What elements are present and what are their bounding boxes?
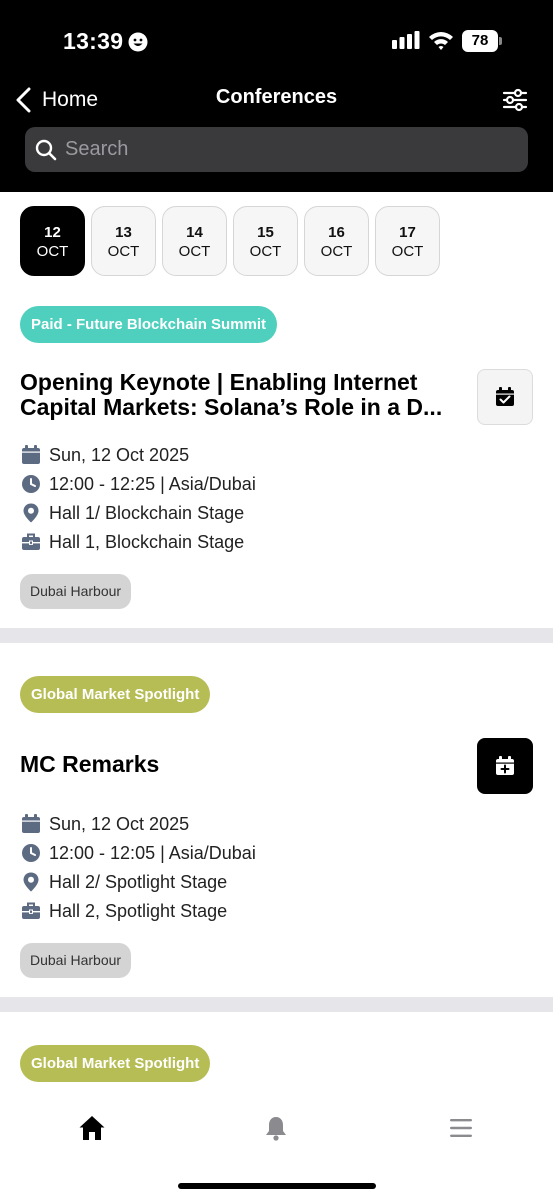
event-location-row: Hall 2/ Spotlight Stage [20, 868, 227, 896]
chevron-left-icon [16, 87, 31, 113]
back-label: Home [42, 88, 99, 111]
briefcase-icon [22, 902, 40, 919]
event-date: Sun, 12 Oct 2025 [49, 444, 190, 465]
wifi-icon [429, 32, 453, 50]
event-category-tag[interactable]: Paid - Future Blockchain Summit [20, 306, 278, 343]
home-icon[interactable] [78, 1114, 106, 1142]
clock-icon [22, 475, 40, 493]
event-room-row: Hall 1, Blockchain Stage [20, 528, 244, 556]
event-room-row: Hall 2, Spotlight Stage [20, 897, 227, 925]
event-location: Hall 2/ Spotlight Stage [49, 871, 228, 892]
date-tab-17[interactable]: 17 OCT [375, 206, 440, 276]
date-tab-12[interactable]: 12 OCT [20, 206, 85, 276]
search-icon [35, 139, 57, 160]
event-time-row: 12:00 - 12:25 | Asia/Dubai [20, 470, 256, 498]
event-time-row: 12:00 - 12:05 | Asia/Dubai [20, 839, 256, 867]
date-day: 14 [186, 224, 203, 241]
event-room: Hall 1, Blockchain Stage [49, 531, 245, 552]
date-month: OCT [107, 243, 140, 260]
clock-icon [22, 844, 40, 862]
date-day: 13 [115, 224, 132, 241]
location-pin-icon [23, 503, 39, 523]
event-location: Hall 1/ Blockchain Stage [49, 502, 245, 523]
date-tab-15[interactable]: 15 OCT [233, 206, 298, 276]
event-date-row: Sun, 12 Oct 2025 [20, 441, 189, 469]
header: 13:39 78 Home Conferences Search [0, 0, 553, 192]
event-time: 12:00 - 12:05 | Asia/Dubai [49, 842, 256, 863]
calendar-icon [22, 814, 40, 833]
signal-icon [392, 31, 420, 49]
home-indicator [178, 1183, 376, 1189]
search-input[interactable] [65, 138, 495, 161]
date-month: OCT [249, 243, 282, 260]
battery-icon: 78 [462, 30, 502, 52]
event-location-row: Hall 1/ Blockchain Stage [20, 499, 244, 527]
status-time: 13:39 [63, 28, 124, 54]
date-day: 12 [44, 224, 61, 241]
date-selector: 12 OCT 13 OCT 14 OCT 15 OCT 16 OCT 17 OC… [20, 206, 440, 276]
venue-chip[interactable]: Dubai Harbour [20, 574, 132, 609]
smiley-icon [128, 32, 148, 52]
add-to-calendar-button[interactable] [477, 738, 533, 794]
event-category-tag[interactable]: Global Market Spotlight [20, 676, 211, 713]
briefcase-icon [22, 533, 40, 550]
date-tab-16[interactable]: 16 OCT [304, 206, 369, 276]
date-month: OCT [391, 243, 424, 260]
date-tab-14[interactable]: 14 OCT [162, 206, 227, 276]
event-title-line: Capital Markets: Solana’s Role in a D... [20, 395, 443, 420]
section-divider [0, 997, 553, 1012]
event-title-line: MC Remarks [20, 752, 160, 777]
navigation-bar: Home Conferences [0, 80, 553, 120]
event-title[interactable]: Opening Keynote | Enabling Internet Capi… [20, 370, 470, 420]
event-date: Sun, 12 Oct 2025 [49, 813, 190, 834]
date-day: 17 [399, 224, 416, 241]
event-date-row: Sun, 12 Oct 2025 [20, 810, 189, 838]
battery-level: 78 [462, 30, 498, 52]
date-day: 16 [328, 224, 345, 241]
calendar-check-icon [496, 387, 514, 406]
calendar-added-button[interactable] [477, 369, 533, 425]
bell-icon[interactable] [262, 1114, 290, 1142]
date-month: OCT [36, 243, 69, 260]
date-day: 15 [257, 224, 274, 241]
calendar-plus-icon [496, 756, 514, 775]
back-button[interactable]: Home [14, 84, 98, 116]
section-divider [0, 628, 553, 643]
event-title[interactable]: MC Remarks [20, 752, 470, 777]
location-pin-icon [23, 872, 39, 892]
date-tab-13[interactable]: 13 OCT [91, 206, 156, 276]
event-time: 12:00 - 12:25 | Asia/Dubai [49, 473, 256, 494]
event-room: Hall 2, Spotlight Stage [49, 900, 228, 921]
event-category-tag[interactable]: Global Market Spotlight [20, 1045, 211, 1082]
calendar-icon [22, 445, 40, 464]
event-title-line: Opening Keynote | Enabling Internet [20, 370, 418, 395]
search-bar[interactable] [25, 127, 528, 172]
filter-sliders-icon[interactable] [501, 86, 529, 114]
venue-chip[interactable]: Dubai Harbour [20, 943, 132, 978]
menu-icon[interactable] [447, 1114, 475, 1142]
date-month: OCT [320, 243, 353, 260]
date-month: OCT [178, 243, 211, 260]
status-bar: 13:39 78 [0, 0, 553, 80]
